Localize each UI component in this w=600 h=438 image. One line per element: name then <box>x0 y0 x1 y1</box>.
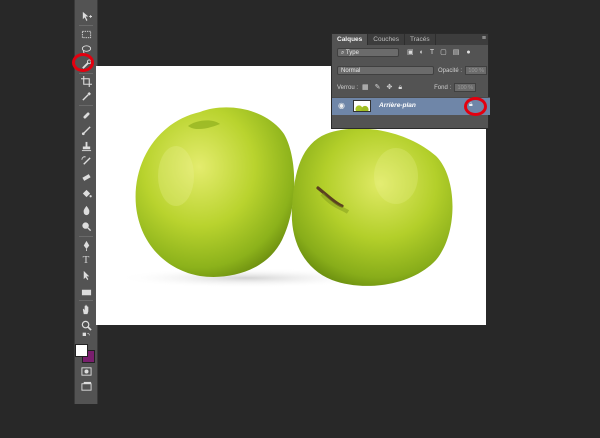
swap-colors-icon[interactable] <box>75 331 97 340</box>
tab-paths[interactable]: Tracés <box>405 34 436 45</box>
quick-mask-icon[interactable] <box>75 364 97 379</box>
visibility-eye-icon[interactable]: ◉ <box>338 101 345 110</box>
filter-type-icon[interactable]: T <box>430 49 434 57</box>
layer-lock-highlight-circle <box>464 97 487 116</box>
eraser-tool-icon[interactable] <box>75 170 97 185</box>
type-tool-icon[interactable]: T <box>75 253 97 268</box>
crop-tool-icon[interactable] <box>75 74 97 89</box>
filter-smart-object-icon[interactable]: ▤ <box>453 49 460 57</box>
tab-layers[interactable]: Calques <box>332 34 369 45</box>
lock-label: Verrou : <box>337 84 359 91</box>
path-selection-tool-icon[interactable] <box>75 268 97 283</box>
opacity-label: Opacité : <box>438 67 463 74</box>
tab-channels[interactable]: Couches <box>368 34 405 45</box>
history-brush-tool-icon[interactable] <box>75 154 97 169</box>
dodge-tool-icon[interactable] <box>75 219 97 234</box>
opacity-input[interactable]: 100 % <box>465 66 488 75</box>
fill-label: Fond : <box>434 84 452 91</box>
lock-transparent-icon[interactable]: ▦ <box>362 84 369 92</box>
filter-shape-icon[interactable]: ▢ <box>440 49 447 57</box>
paint-bucket-tool-icon[interactable] <box>75 186 97 201</box>
filter-adjustment-icon[interactable]: ◐ <box>420 49 424 57</box>
eyedropper-tool-icon[interactable] <box>75 89 97 104</box>
blur-tool-icon[interactable] <box>75 203 97 218</box>
screen-mode-icon[interactable] <box>75 379 97 394</box>
foreground-color-swatch[interactable] <box>75 344 88 357</box>
layer-name[interactable]: Arrière-plan <box>379 102 416 109</box>
hand-tool-icon[interactable] <box>75 302 97 317</box>
layer-filter-select[interactable]: ⌕ Type <box>337 48 399 57</box>
layer-thumbnail <box>353 100 371 112</box>
quick-selection-highlight-circle <box>72 53 94 72</box>
rectangle-tool-icon[interactable] <box>75 285 97 300</box>
clone-stamp-tool-icon[interactable] <box>75 139 97 154</box>
move-tool-icon[interactable] <box>75 9 97 24</box>
marquee-tool-icon[interactable] <box>75 27 97 42</box>
layers-panel: Calques Couches Tracés ≡ ⌕ Type ▣ ◐ T ▢ … <box>331 33 490 129</box>
fill-input[interactable]: 100 % <box>454 83 477 92</box>
lock-all-icon[interactable]: 🔒︎ <box>398 84 402 92</box>
spot-healing-tool-icon[interactable] <box>75 108 97 123</box>
filter-toggle-icon[interactable]: ● <box>466 49 470 57</box>
panel-tabs: Calques Couches Tracés ≡ <box>332 34 488 45</box>
filter-pixel-icon[interactable]: ▣ <box>407 49 414 57</box>
lock-image-icon[interactable]: ✎ <box>375 84 381 92</box>
lock-position-icon[interactable]: ✥ <box>387 84 393 92</box>
brush-tool-icon[interactable] <box>75 123 97 138</box>
panel-menu-icon[interactable]: ≡ <box>482 35 486 43</box>
pen-tool-icon[interactable] <box>75 238 97 253</box>
blend-mode-select[interactable]: Normal <box>337 66 434 75</box>
